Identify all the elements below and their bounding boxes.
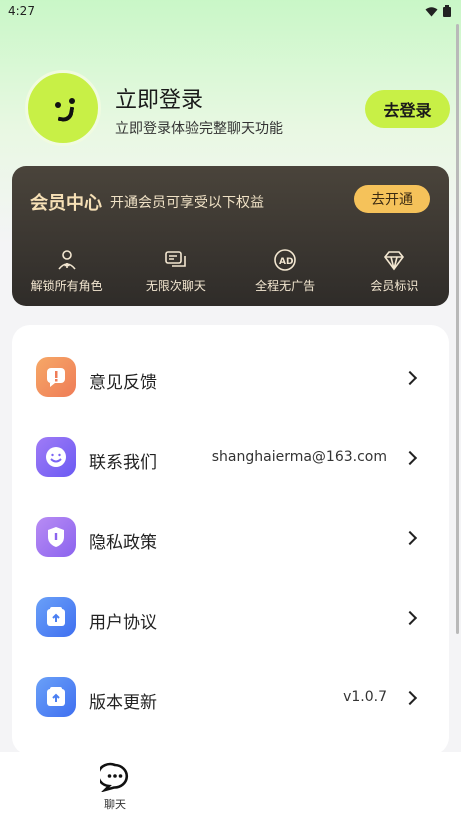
menu-label: 版本更新 [89,693,157,713]
benefit-label: 无限次聊天 [145,279,206,293]
benefit-label: 会员标识 [370,279,419,293]
profile-section: 立即登录 立即登录体验完整聊天功能 去登录 [25,70,450,150]
chat-icon [165,251,186,267]
ad-icon: AD [274,249,296,271]
menu-label: 隐私政策 [89,533,157,553]
menu-item-feedback[interactable]: 意见反馈 [12,338,449,418]
battery-icon [443,5,451,17]
login-title[interactable]: 立即登录 [115,82,203,114]
contact-email: shanghaierma@163.com [211,449,387,465]
benefit-unlock-roles: 解锁所有角色 [12,248,121,298]
version-number: v1.0.7 [343,689,387,705]
diamond-icon [384,251,405,271]
vip-subtitle: 开通会员可享受以下权益 [110,195,264,211]
benefit-vip-badge: 会员标识 [340,248,449,298]
menu-item-privacy[interactable]: 隐私政策 [12,498,449,578]
benefit-no-ads: AD 全程无广告 [231,248,340,298]
avatar-eye-right [69,98,75,104]
avatar-mouth [57,104,75,124]
bottom-tabbar: 聊天 [0,752,461,820]
menu-label: 意见反馈 [89,373,157,393]
contact-icon [36,437,76,477]
feedback-icon [36,357,76,397]
status-time: 4:27 [8,4,35,18]
vip-card: 会员中心 开通会员可享受以下权益 去开通 解锁所有角色 无限次聊天 AD 全程无… [12,166,449,306]
menu-item-update[interactable]: 版本更新 v1.0.7 [12,658,449,738]
tab-chat[interactable]: 聊天 [0,752,230,820]
benefit-label: 解锁所有角色 [30,279,103,293]
scrollbar[interactable] [456,24,459,634]
chevron-right-icon [402,370,418,386]
agreement-icon [36,597,76,637]
wifi-icon [425,6,438,16]
svg-text:AD: AD [279,257,293,267]
benefit-label: 全程无广告 [255,279,316,293]
settings-menu: 意见反馈 联系我们 shanghaierma@163.com 隐私政策 用户协议… [12,325,449,755]
vip-title: 会员中心 [30,193,102,214]
menu-item-contact[interactable]: 联系我们 shanghaierma@163.com [12,418,449,498]
chevron-right-icon [402,610,418,626]
user-add-icon [58,250,76,270]
vip-benefits: 解锁所有角色 无限次聊天 AD 全程无广告 会员标识 [12,248,449,298]
chevron-right-icon [402,450,418,466]
status-bar: 4:27 [0,0,461,22]
menu-label: 用户协议 [89,613,157,633]
avatar[interactable] [25,70,101,146]
update-icon [36,677,76,717]
login-button[interactable]: 去登录 [365,90,450,128]
benefit-unlimited-chat: 无限次聊天 [121,248,230,298]
tab-label: 聊天 [104,798,126,811]
privacy-icon [36,517,76,557]
login-subtitle: 立即登录体验完整聊天功能 [115,121,283,137]
menu-label: 联系我们 [89,453,157,473]
chat-bubble-icon [100,762,129,792]
chevron-right-icon [402,530,418,546]
chevron-right-icon [402,690,418,706]
open-vip-button[interactable]: 去开通 [354,185,430,213]
status-icons [425,5,451,17]
menu-item-agreement[interactable]: 用户协议 [12,578,449,658]
